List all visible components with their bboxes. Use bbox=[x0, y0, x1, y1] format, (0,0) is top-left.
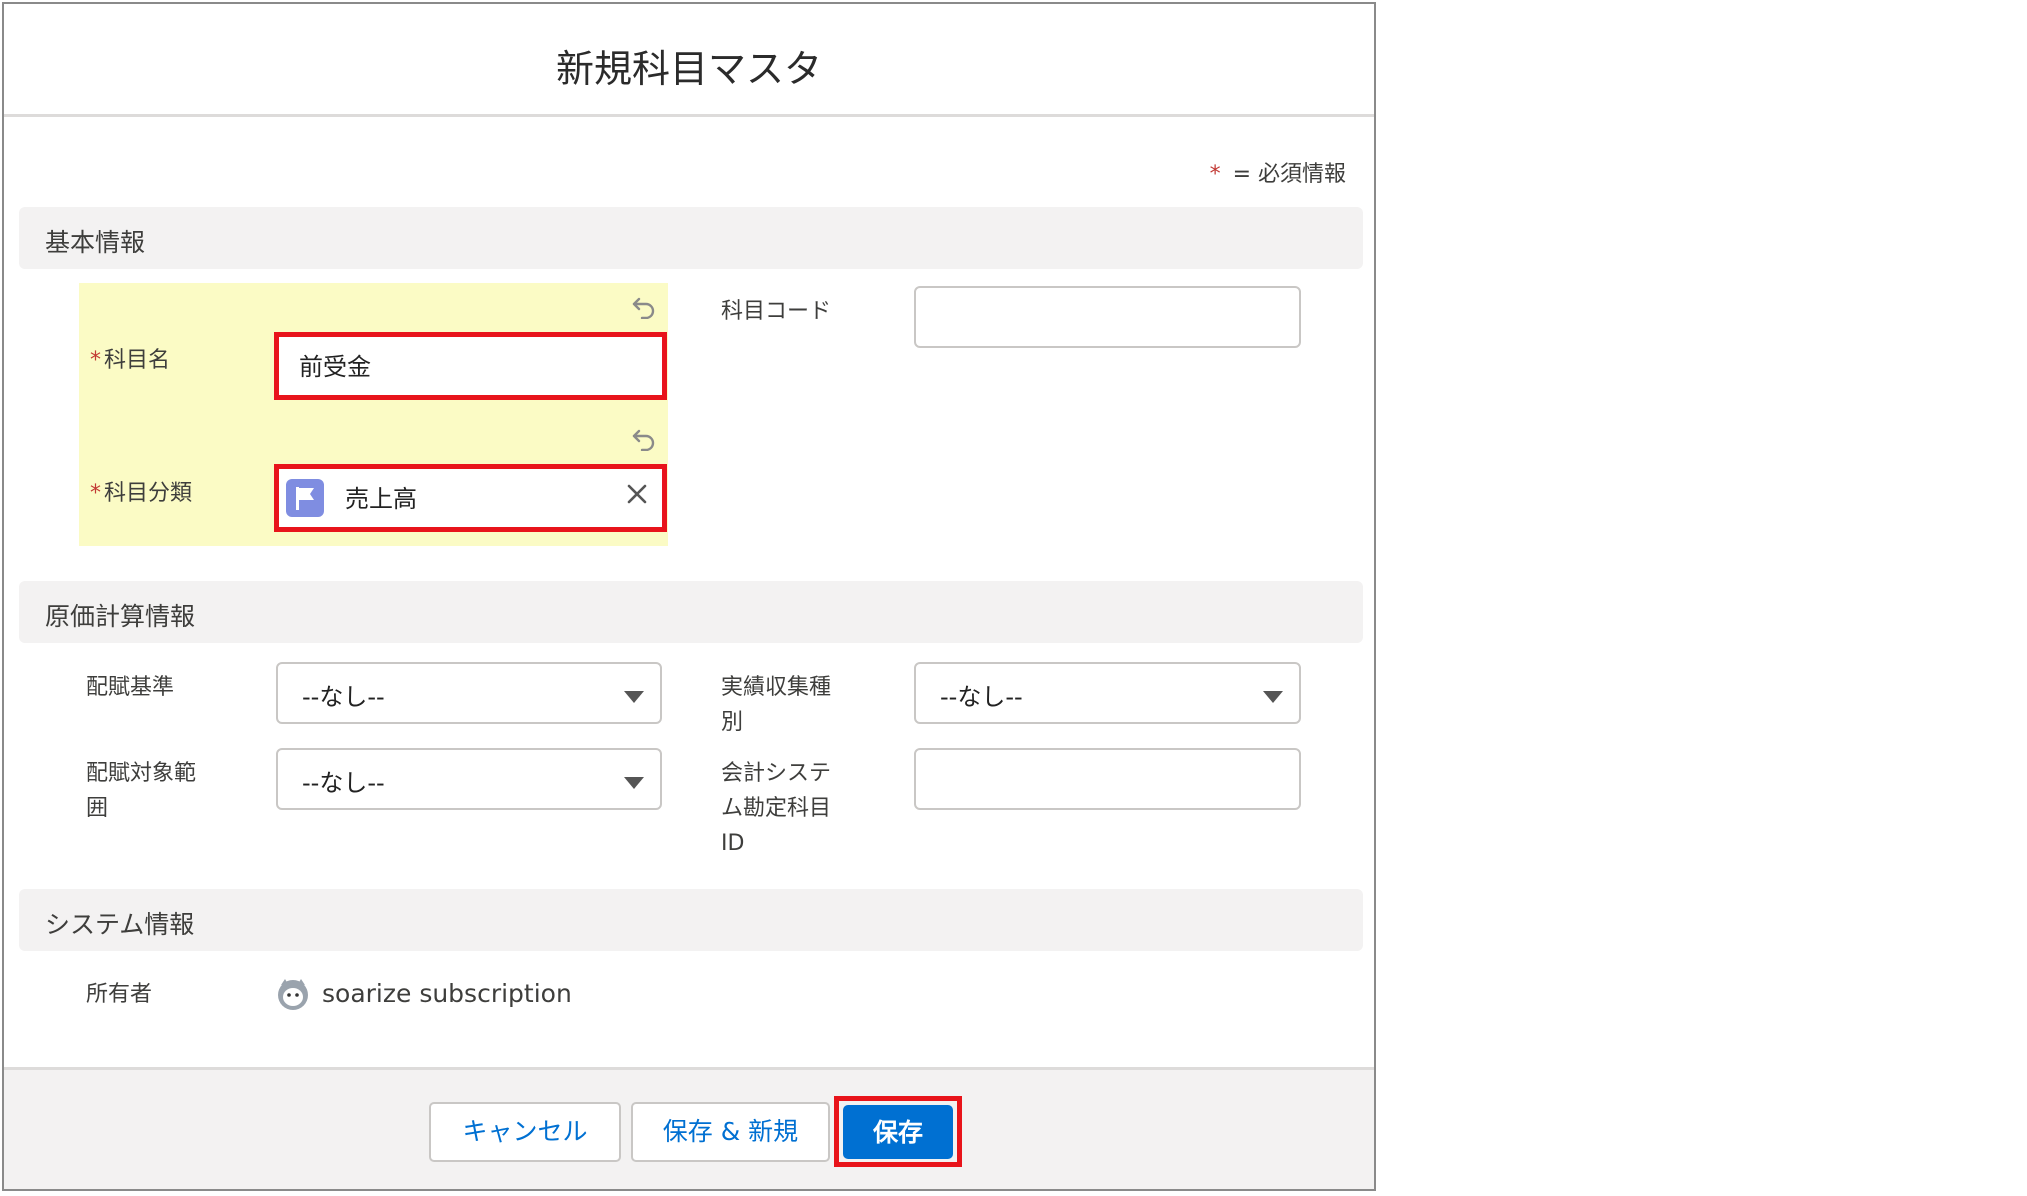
allocation-basis-select[interactable]: --なし-- bbox=[276, 662, 662, 724]
section-header-costing[interactable]: 原価計算情報 bbox=[19, 581, 1363, 643]
allocation-scope-select[interactable]: --なし-- bbox=[276, 748, 662, 810]
modal-header: 新規科目マスタ bbox=[4, 4, 1374, 117]
modal-title: 新規科目マスタ bbox=[555, 47, 822, 91]
allocation-basis-value: --なし-- bbox=[302, 683, 385, 711]
subject-name-label: * 科目名 bbox=[90, 348, 171, 373]
allocation-basis-label: 配賦基準 bbox=[86, 675, 175, 700]
actual-collection-type-label: 実績収集種 別 bbox=[721, 675, 832, 735]
allocation-scope-value: --なし-- bbox=[302, 769, 385, 797]
owner-label: 所有者 bbox=[86, 982, 153, 1007]
section-header-system[interactable]: システム情報 bbox=[19, 889, 1363, 951]
subject-category-value: 売上高 bbox=[345, 485, 417, 513]
subject-code-input[interactable] bbox=[914, 286, 1301, 348]
chevron-down-icon bbox=[1263, 691, 1283, 703]
subject-name-input[interactable]: 前受金 bbox=[274, 332, 667, 400]
undo-icon[interactable] bbox=[631, 293, 657, 319]
undo-icon[interactable] bbox=[631, 425, 657, 451]
chevron-down-icon bbox=[624, 691, 644, 703]
category-flag-icon bbox=[286, 479, 324, 517]
section-title: 基本情報 bbox=[45, 228, 146, 257]
subject-name-value: 前受金 bbox=[299, 353, 371, 381]
chevron-down-icon bbox=[624, 777, 644, 789]
accounting-system-id-label: 会計システ ム勘定科目 ID bbox=[721, 761, 832, 856]
required-star: * bbox=[90, 348, 101, 373]
subject-code-label: 科目コード bbox=[721, 299, 832, 324]
owner-avatar-icon[interactable] bbox=[276, 976, 310, 1012]
accounting-system-id-input[interactable] bbox=[914, 748, 1301, 810]
actual-collection-type-select[interactable]: --なし-- bbox=[914, 662, 1301, 724]
new-subject-master-modal: 新規科目マスタ * = 必須情報 基本情報 * 科目名 前受金 * 科目分類 売上高 bbox=[2, 2, 1376, 1191]
cancel-button[interactable]: キャンセル bbox=[429, 1102, 621, 1162]
save-button-highlight-box bbox=[834, 1096, 962, 1167]
required-star: * bbox=[90, 481, 101, 506]
actual-collection-type-value: --なし-- bbox=[940, 683, 1023, 711]
clear-selection-icon[interactable] bbox=[624, 481, 650, 507]
save-and-new-button[interactable]: 保存 & 新規 bbox=[631, 1102, 830, 1162]
required-star: * bbox=[1209, 162, 1221, 187]
section-title: システム情報 bbox=[45, 910, 195, 939]
section-header-basic[interactable]: 基本情報 bbox=[19, 207, 1363, 269]
allocation-scope-label: 配賦対象範 囲 bbox=[86, 761, 197, 821]
required-legend-text: = 必須情報 bbox=[1232, 162, 1346, 187]
subject-category-label: * 科目分類 bbox=[90, 481, 193, 506]
subject-category-lookup[interactable]: 売上高 bbox=[274, 464, 667, 532]
required-legend: * = 必須情報 bbox=[1210, 156, 1346, 188]
owner-name-link[interactable]: soarize subscription bbox=[322, 979, 572, 1008]
section-title: 原価計算情報 bbox=[45, 602, 196, 631]
